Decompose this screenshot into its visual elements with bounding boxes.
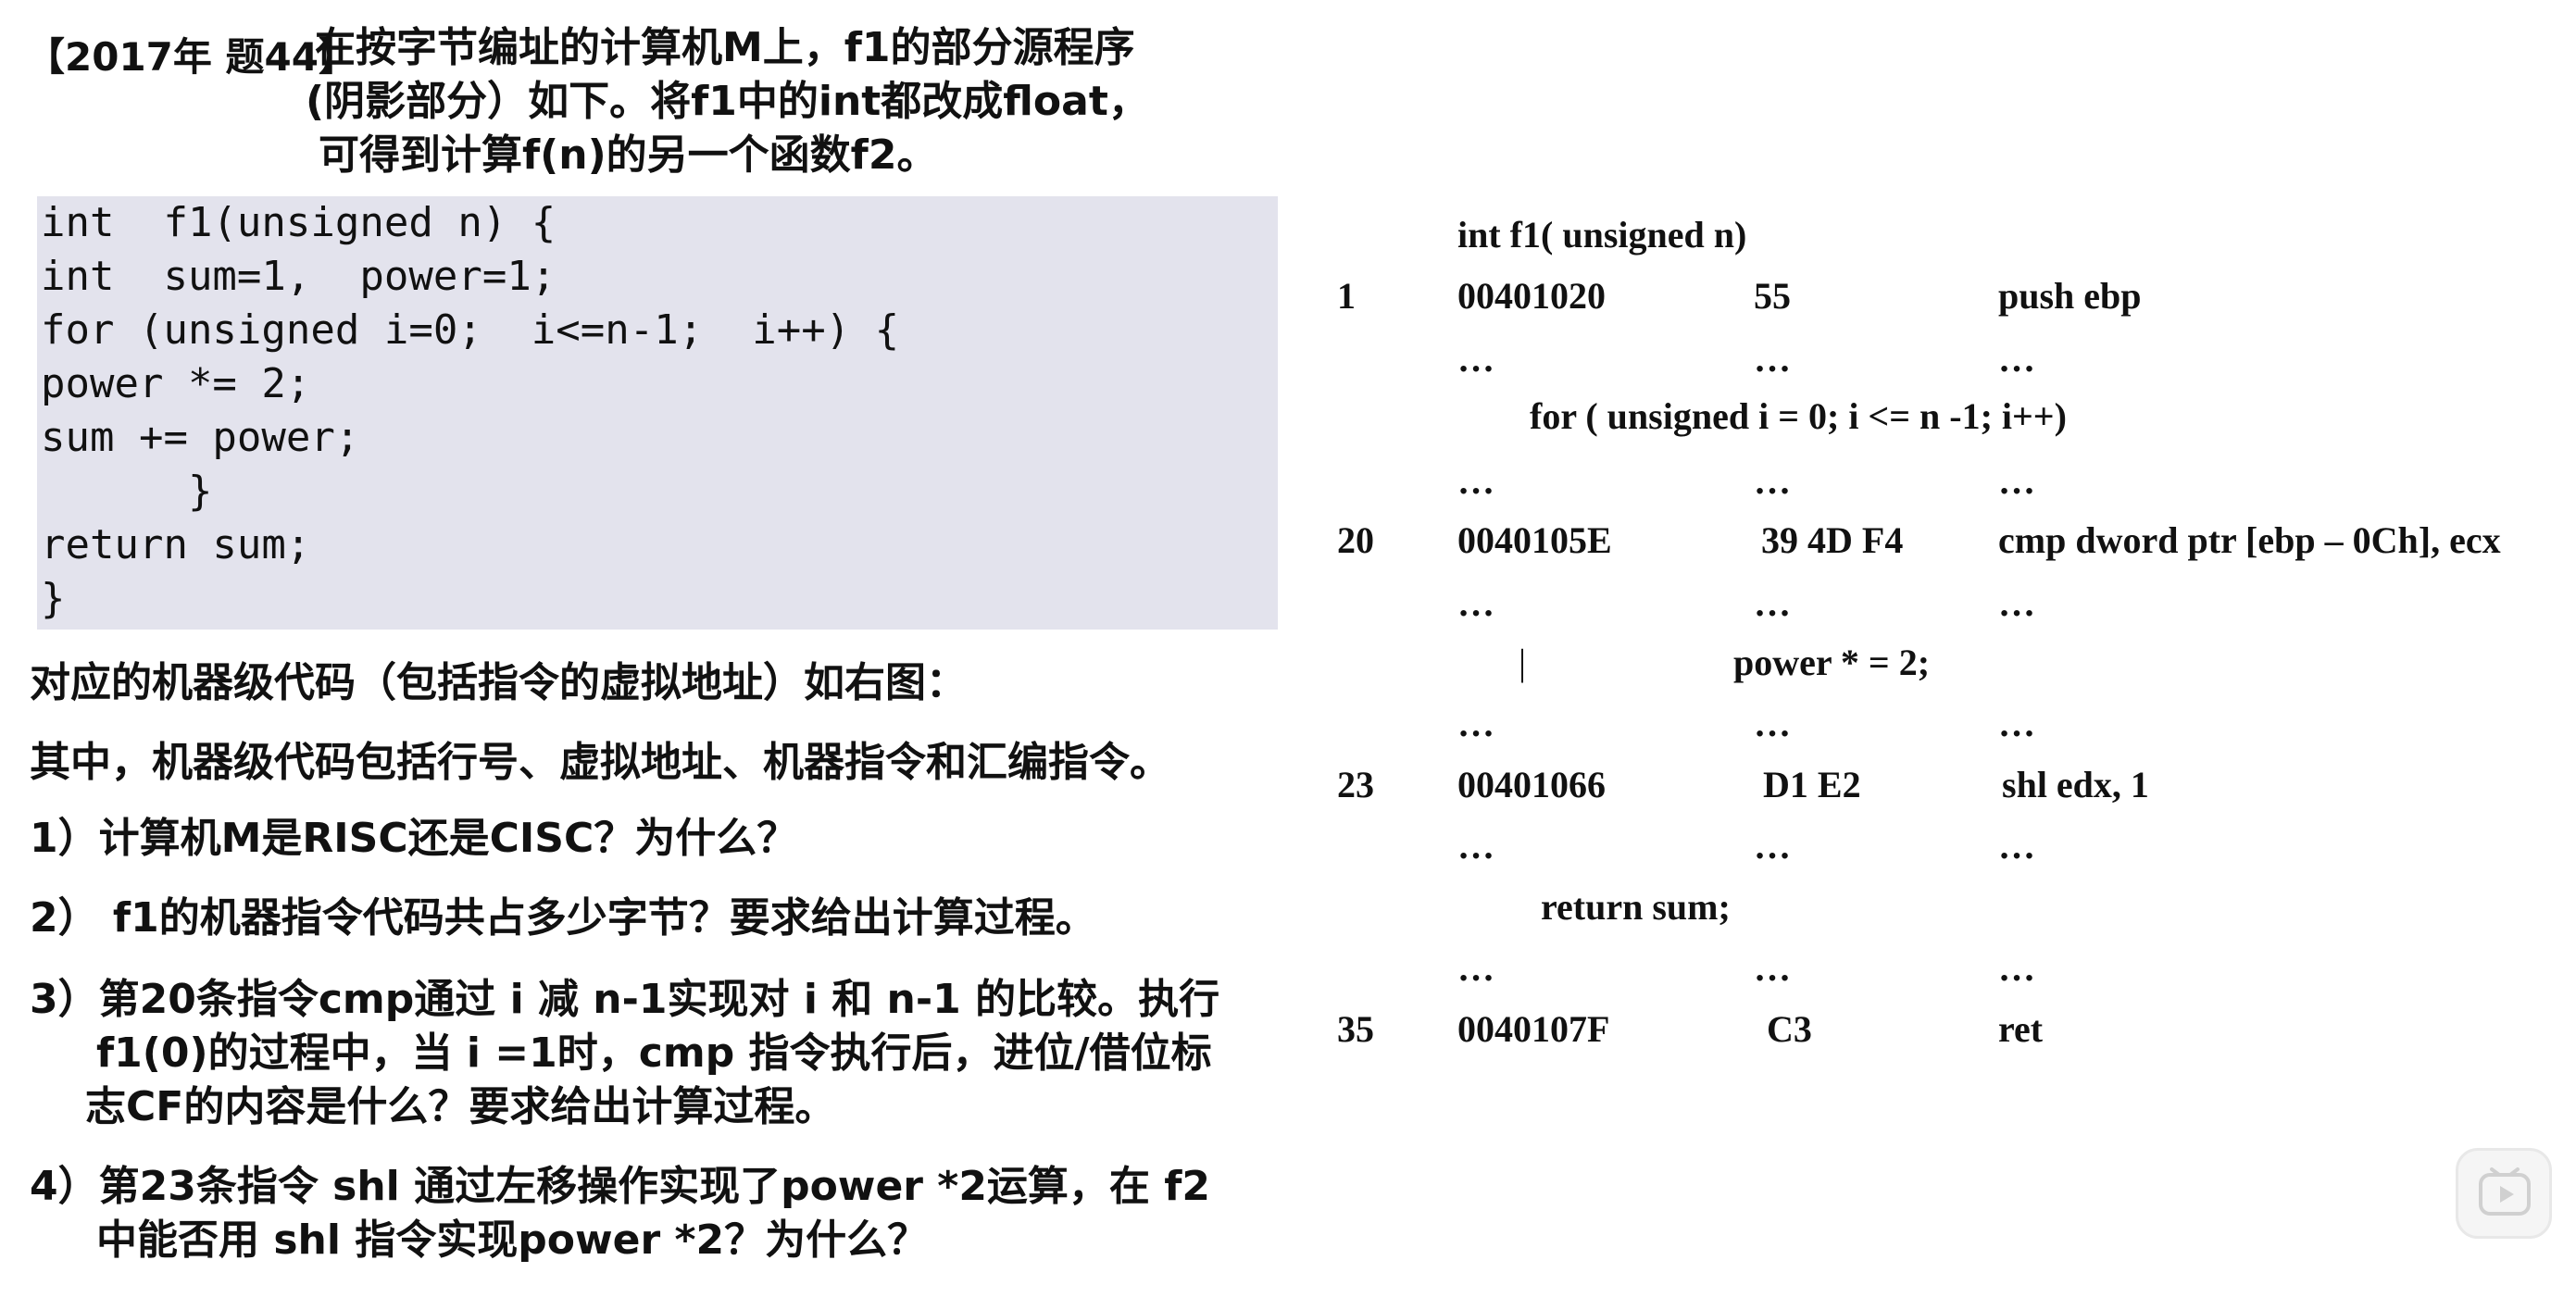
asm-ellipsis: … bbox=[1754, 703, 1791, 744]
code-line: int sum=1, power=1; bbox=[41, 253, 556, 300]
question-1: 1）计算机M是RISC还是CISC？为什么？ bbox=[30, 815, 798, 862]
code-line: } bbox=[41, 575, 66, 622]
play-icon bbox=[2479, 1167, 2531, 1216]
header-line-2: (阴影部分）如下。将f1中的int都改成float， bbox=[306, 78, 1149, 125]
asm-instruction: shl edx, 1 bbox=[2002, 764, 2149, 805]
asm-ellipsis: … bbox=[1457, 947, 1494, 989]
asm-ellipsis: … bbox=[1998, 947, 2035, 989]
asm-instruction: push ebp bbox=[1998, 275, 2142, 317]
asm-ellipsis: … bbox=[1998, 460, 2035, 502]
asm-ellipsis: … bbox=[1998, 338, 2035, 380]
question-4-line-2: 中能否用 shl 指令实现power *2？为什么？ bbox=[96, 1216, 929, 1264]
asm-ellipsis: … bbox=[1754, 582, 1791, 624]
asm-ellipsis: … bbox=[1754, 825, 1791, 867]
asm-ellipsis: … bbox=[1754, 460, 1791, 502]
asm-ellipsis: … bbox=[1998, 703, 2035, 744]
header-line-3: 可得到计算f(n)的另一个函数f2。 bbox=[319, 131, 938, 179]
video-play-button[interactable] bbox=[2456, 1148, 2552, 1239]
question-tag: 【2017年 题44】 bbox=[26, 34, 357, 80]
asm-header: int f1( unsigned n) bbox=[1457, 214, 1747, 256]
source-code-block: int f1(unsigned n) { int sum=1, power=1;… bbox=[37, 196, 1278, 630]
asm-ellipsis: … bbox=[1457, 703, 1494, 744]
asm-instruction: cmp dword ptr [ebp – 0Ch], ecx bbox=[1998, 519, 2501, 561]
header-line-1: 在按字节编址的计算机M上，f1的部分源程序 bbox=[315, 24, 1135, 71]
asm-line-num: 1 bbox=[1337, 275, 1356, 317]
intro-line-1: 对应的机器级代码（包括指令的虚拟地址）如右图： bbox=[30, 659, 967, 706]
asm-ellipsis: … bbox=[1998, 582, 2035, 624]
asm-source-for: for ( unsigned i = 0; i <= n -1; i++) bbox=[1530, 395, 2067, 437]
asm-address: 00401020 bbox=[1457, 275, 1606, 317]
asm-address: 0040107F bbox=[1457, 1008, 1610, 1050]
asm-ellipsis: … bbox=[1754, 947, 1791, 989]
asm-instruction: ret bbox=[1998, 1008, 2044, 1050]
code-line: for (unsigned i=0; i<=n-1; i++) { bbox=[41, 306, 900, 354]
question-3-line-2: f1(0)的过程中，当 i =1时，cmp 指令执行后，进位/借位标 bbox=[96, 1029, 1212, 1077]
question-4-line-1: 4）第23条指令 shl 通过左移操作实现了power *2运算，在 f2 bbox=[30, 1163, 1211, 1210]
asm-ellipsis: … bbox=[1998, 825, 2035, 867]
asm-machine-code: D1 E2 bbox=[1763, 764, 1861, 805]
asm-address: 0040105E bbox=[1457, 519, 1612, 561]
asm-address: 00401066 bbox=[1457, 764, 1606, 805]
asm-source-power: power * = 2; bbox=[1733, 642, 1931, 683]
question-2: 2） f1的机器指令代码共占多少字节？要求给出计算过程。 bbox=[30, 894, 1096, 942]
asm-ellipsis: … bbox=[1457, 825, 1494, 867]
asm-ellipsis: … bbox=[1457, 460, 1494, 502]
code-line: power *= 2; bbox=[41, 360, 311, 407]
code-line: int f1(unsigned n) { bbox=[41, 199, 556, 246]
asm-separator-bar: | bbox=[1519, 642, 1527, 683]
asm-source-return: return sum; bbox=[1541, 886, 1731, 928]
asm-machine-code: C3 bbox=[1767, 1008, 1812, 1050]
question-3-line-3: 志CF的内容是什么？要求给出计算过程。 bbox=[85, 1083, 836, 1130]
asm-machine-code: 55 bbox=[1754, 275, 1791, 317]
asm-line-num: 23 bbox=[1337, 764, 1374, 805]
code-line: return sum; bbox=[41, 521, 311, 568]
asm-ellipsis: … bbox=[1457, 338, 1494, 380]
question-3-line-1: 3）第20条指令cmp通过 i 减 n-1实现对 i 和 n-1 的比较。执行 bbox=[30, 976, 1220, 1023]
code-line: } bbox=[41, 468, 213, 515]
asm-line-num: 35 bbox=[1337, 1008, 1374, 1050]
code-line: sum += power; bbox=[41, 414, 360, 461]
asm-line-num: 20 bbox=[1337, 519, 1374, 561]
asm-machine-code: 39 4D F4 bbox=[1761, 519, 1904, 561]
asm-ellipsis: … bbox=[1754, 338, 1791, 380]
intro-line-2: 其中，机器级代码包括行号、虚拟地址、机器指令和汇编指令。 bbox=[30, 739, 1170, 786]
asm-ellipsis: … bbox=[1457, 582, 1494, 624]
